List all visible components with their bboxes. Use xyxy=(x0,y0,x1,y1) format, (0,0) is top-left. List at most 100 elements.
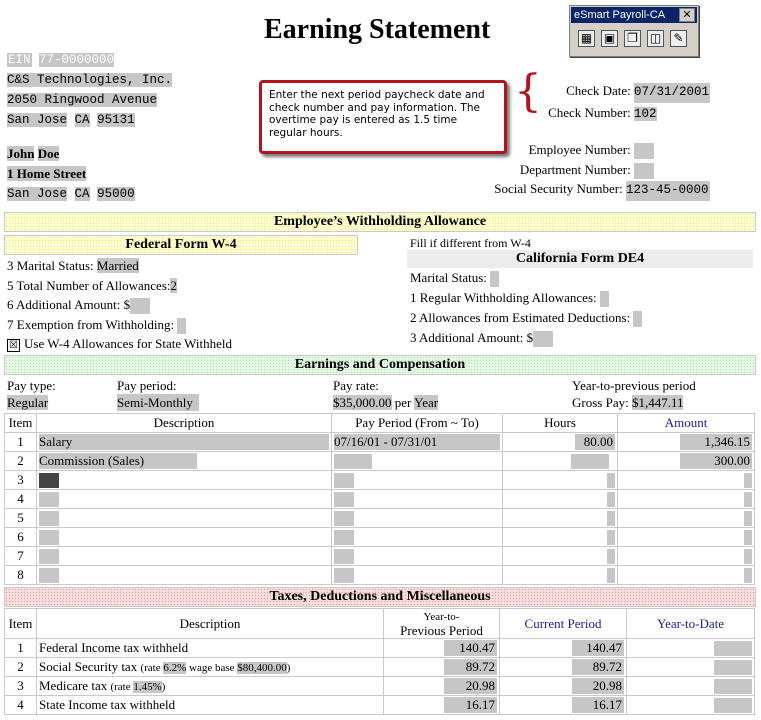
tax-rate-field[interactable]: 1.45% xyxy=(133,681,162,693)
withholding-header: Employee’s Withholding Allowance xyxy=(4,212,756,232)
edit-icon[interactable]: ✎ xyxy=(670,30,687,47)
preview-icon[interactable]: ◫ xyxy=(647,30,664,47)
description-field[interactable] xyxy=(39,530,59,546)
pay-period-field[interactable] xyxy=(334,511,354,527)
per-label: per xyxy=(394,395,412,410)
ytd-field[interactable] xyxy=(714,659,752,675)
hours-field[interactable] xyxy=(607,548,615,564)
earnings-header-row: Item Description Pay Period (From ~ To) … xyxy=(4,413,755,433)
description-field[interactable]: Commission (Sales) xyxy=(39,453,197,469)
employee-first-field[interactable]: John xyxy=(7,146,35,161)
department-number-field[interactable] xyxy=(634,162,654,179)
close-button[interactable]: ✕ xyxy=(679,8,695,22)
hours-field[interactable] xyxy=(607,567,615,583)
ca-marital-field[interactable] xyxy=(490,271,500,288)
amount-field[interactable]: 300.00 xyxy=(680,453,752,469)
calculator-icon[interactable]: ▦ xyxy=(578,30,595,47)
tax-col-description: Description xyxy=(36,608,384,639)
save-icon[interactable]: ▣ xyxy=(601,30,618,47)
pay-period-field[interactable] xyxy=(334,492,354,508)
pay-period-field[interactable] xyxy=(334,473,354,489)
table-row: 1 Federal Income tax withheld 140.47 140… xyxy=(4,638,755,658)
employee-number-field[interactable] xyxy=(634,143,654,160)
tax-rate-field[interactable]: 6.2% xyxy=(163,662,187,674)
company-street-field[interactable]: 2050 Ringwood Avenue xyxy=(7,93,158,107)
employee-last-field[interactable]: Doe xyxy=(37,146,60,161)
pay-period-field[interactable] xyxy=(334,549,354,565)
esmart-toolbar[interactable]: eSmart Payroll-CA ✕ ▦ ▣ ❐ ◫ ✎ xyxy=(569,5,699,57)
ytd-field[interactable] xyxy=(714,678,752,694)
ca-regular-field[interactable] xyxy=(599,291,609,308)
employee-state-field[interactable]: CA xyxy=(74,187,90,201)
pay-period-field[interactable]: 07/16/01 - 07/31/01 xyxy=(334,434,500,450)
pay-rate-label: Pay rate: xyxy=(333,378,379,393)
gross-field[interactable]: $1,447.11 xyxy=(631,395,684,410)
description-field[interactable] xyxy=(39,492,59,508)
check-date-field[interactable]: 07/31/2001 xyxy=(634,83,710,103)
ssn-field[interactable]: 123-45-0000 xyxy=(626,181,710,201)
hours-field[interactable] xyxy=(571,454,609,470)
employee-zip-field[interactable]: 95000 xyxy=(97,187,135,201)
marital-status-select[interactable]: Married xyxy=(96,258,139,273)
hours-field[interactable] xyxy=(607,510,615,526)
pay-period-select[interactable]: Semi-Monthly xyxy=(117,394,199,411)
description-field[interactable]: Salary xyxy=(39,434,329,450)
amount-field[interactable] xyxy=(744,472,752,488)
company-zip-field[interactable]: 95131 xyxy=(97,113,135,127)
amount-field[interactable]: 1,346.15 xyxy=(680,434,752,450)
wage-base-field[interactable]: $80,400.00 xyxy=(237,662,287,674)
company-name-field[interactable]: C&S Technologies, Inc. xyxy=(7,73,173,87)
description-field[interactable] xyxy=(39,473,59,489)
amount-field[interactable] xyxy=(744,548,752,564)
pay-period-field[interactable] xyxy=(334,530,354,546)
ein-field[interactable]: 77-0000000 xyxy=(39,53,115,67)
amount-field[interactable] xyxy=(744,567,752,583)
exemption-field[interactable] xyxy=(177,317,187,334)
earnings-table: Item Description Pay Period (From ~ To) … xyxy=(4,413,755,585)
employee-street-field[interactable]: 1 Home Street xyxy=(7,166,87,181)
employee-city-field[interactable]: San Jose xyxy=(7,187,68,201)
use-w4-checkbox[interactable]: ☒ xyxy=(7,338,20,352)
toolbar-title-bar[interactable]: eSmart Payroll-CA ✕ xyxy=(571,7,697,23)
hours-field[interactable]: 80.00 xyxy=(575,434,615,450)
tax-note-b: wage base xyxy=(186,662,238,674)
exemption-label: 7 Exemption from Withholding: xyxy=(7,316,175,332)
hours-field[interactable] xyxy=(607,472,615,488)
additional-amount-field[interactable] xyxy=(130,298,151,315)
rate-unit-select[interactable]: Year xyxy=(414,395,439,410)
hours-field[interactable] xyxy=(607,529,615,545)
company-state-field[interactable]: CA xyxy=(74,113,90,127)
company-city-field[interactable]: San Jose xyxy=(7,113,68,127)
description-field[interactable] xyxy=(39,568,59,584)
ca-additional-field[interactable] xyxy=(533,331,554,348)
pay-period-field[interactable] xyxy=(334,454,372,470)
allowances-field[interactable]: 2 xyxy=(170,277,177,293)
tax-description: Federal Income tax withheld xyxy=(39,640,189,655)
prev-period-field[interactable]: 16.17 xyxy=(444,697,497,713)
check-number-field[interactable]: 102 xyxy=(634,106,657,121)
amount-field[interactable] xyxy=(744,491,752,507)
description-field[interactable] xyxy=(39,549,59,565)
copy-icon[interactable]: ❐ xyxy=(624,30,641,47)
current-period-field[interactable]: 89.72 xyxy=(572,659,624,675)
tax-note-c: ) xyxy=(286,662,291,674)
prev-period-field[interactable]: 20.98 xyxy=(444,678,497,694)
prev-period-field[interactable]: 140.47 xyxy=(444,640,497,656)
pay-period-field[interactable] xyxy=(334,568,354,584)
amount-field[interactable] xyxy=(744,529,752,545)
current-period-field[interactable]: 20.98 xyxy=(572,678,624,694)
prev-period-field[interactable]: 89.72 xyxy=(444,659,497,675)
pay-type-select[interactable]: Regular xyxy=(7,395,49,410)
amount-field[interactable] xyxy=(744,510,752,526)
current-period-field[interactable]: 140.47 xyxy=(572,640,624,656)
table-row: 2 Social Security tax (rate 6.2% wage ba… xyxy=(4,657,755,677)
item-number: 4 xyxy=(4,695,37,715)
pay-rate-field[interactable]: $35,000.00 xyxy=(333,395,392,410)
current-period-field[interactable]: 16.17 xyxy=(572,697,624,713)
ytd-field[interactable] xyxy=(714,697,752,713)
description-field[interactable] xyxy=(39,511,59,527)
allowances-label: 5 Total Number of Allowances: xyxy=(7,277,171,293)
hours-field[interactable] xyxy=(607,491,615,507)
ca-estimated-field[interactable] xyxy=(633,311,643,328)
ytd-field[interactable] xyxy=(714,640,752,656)
